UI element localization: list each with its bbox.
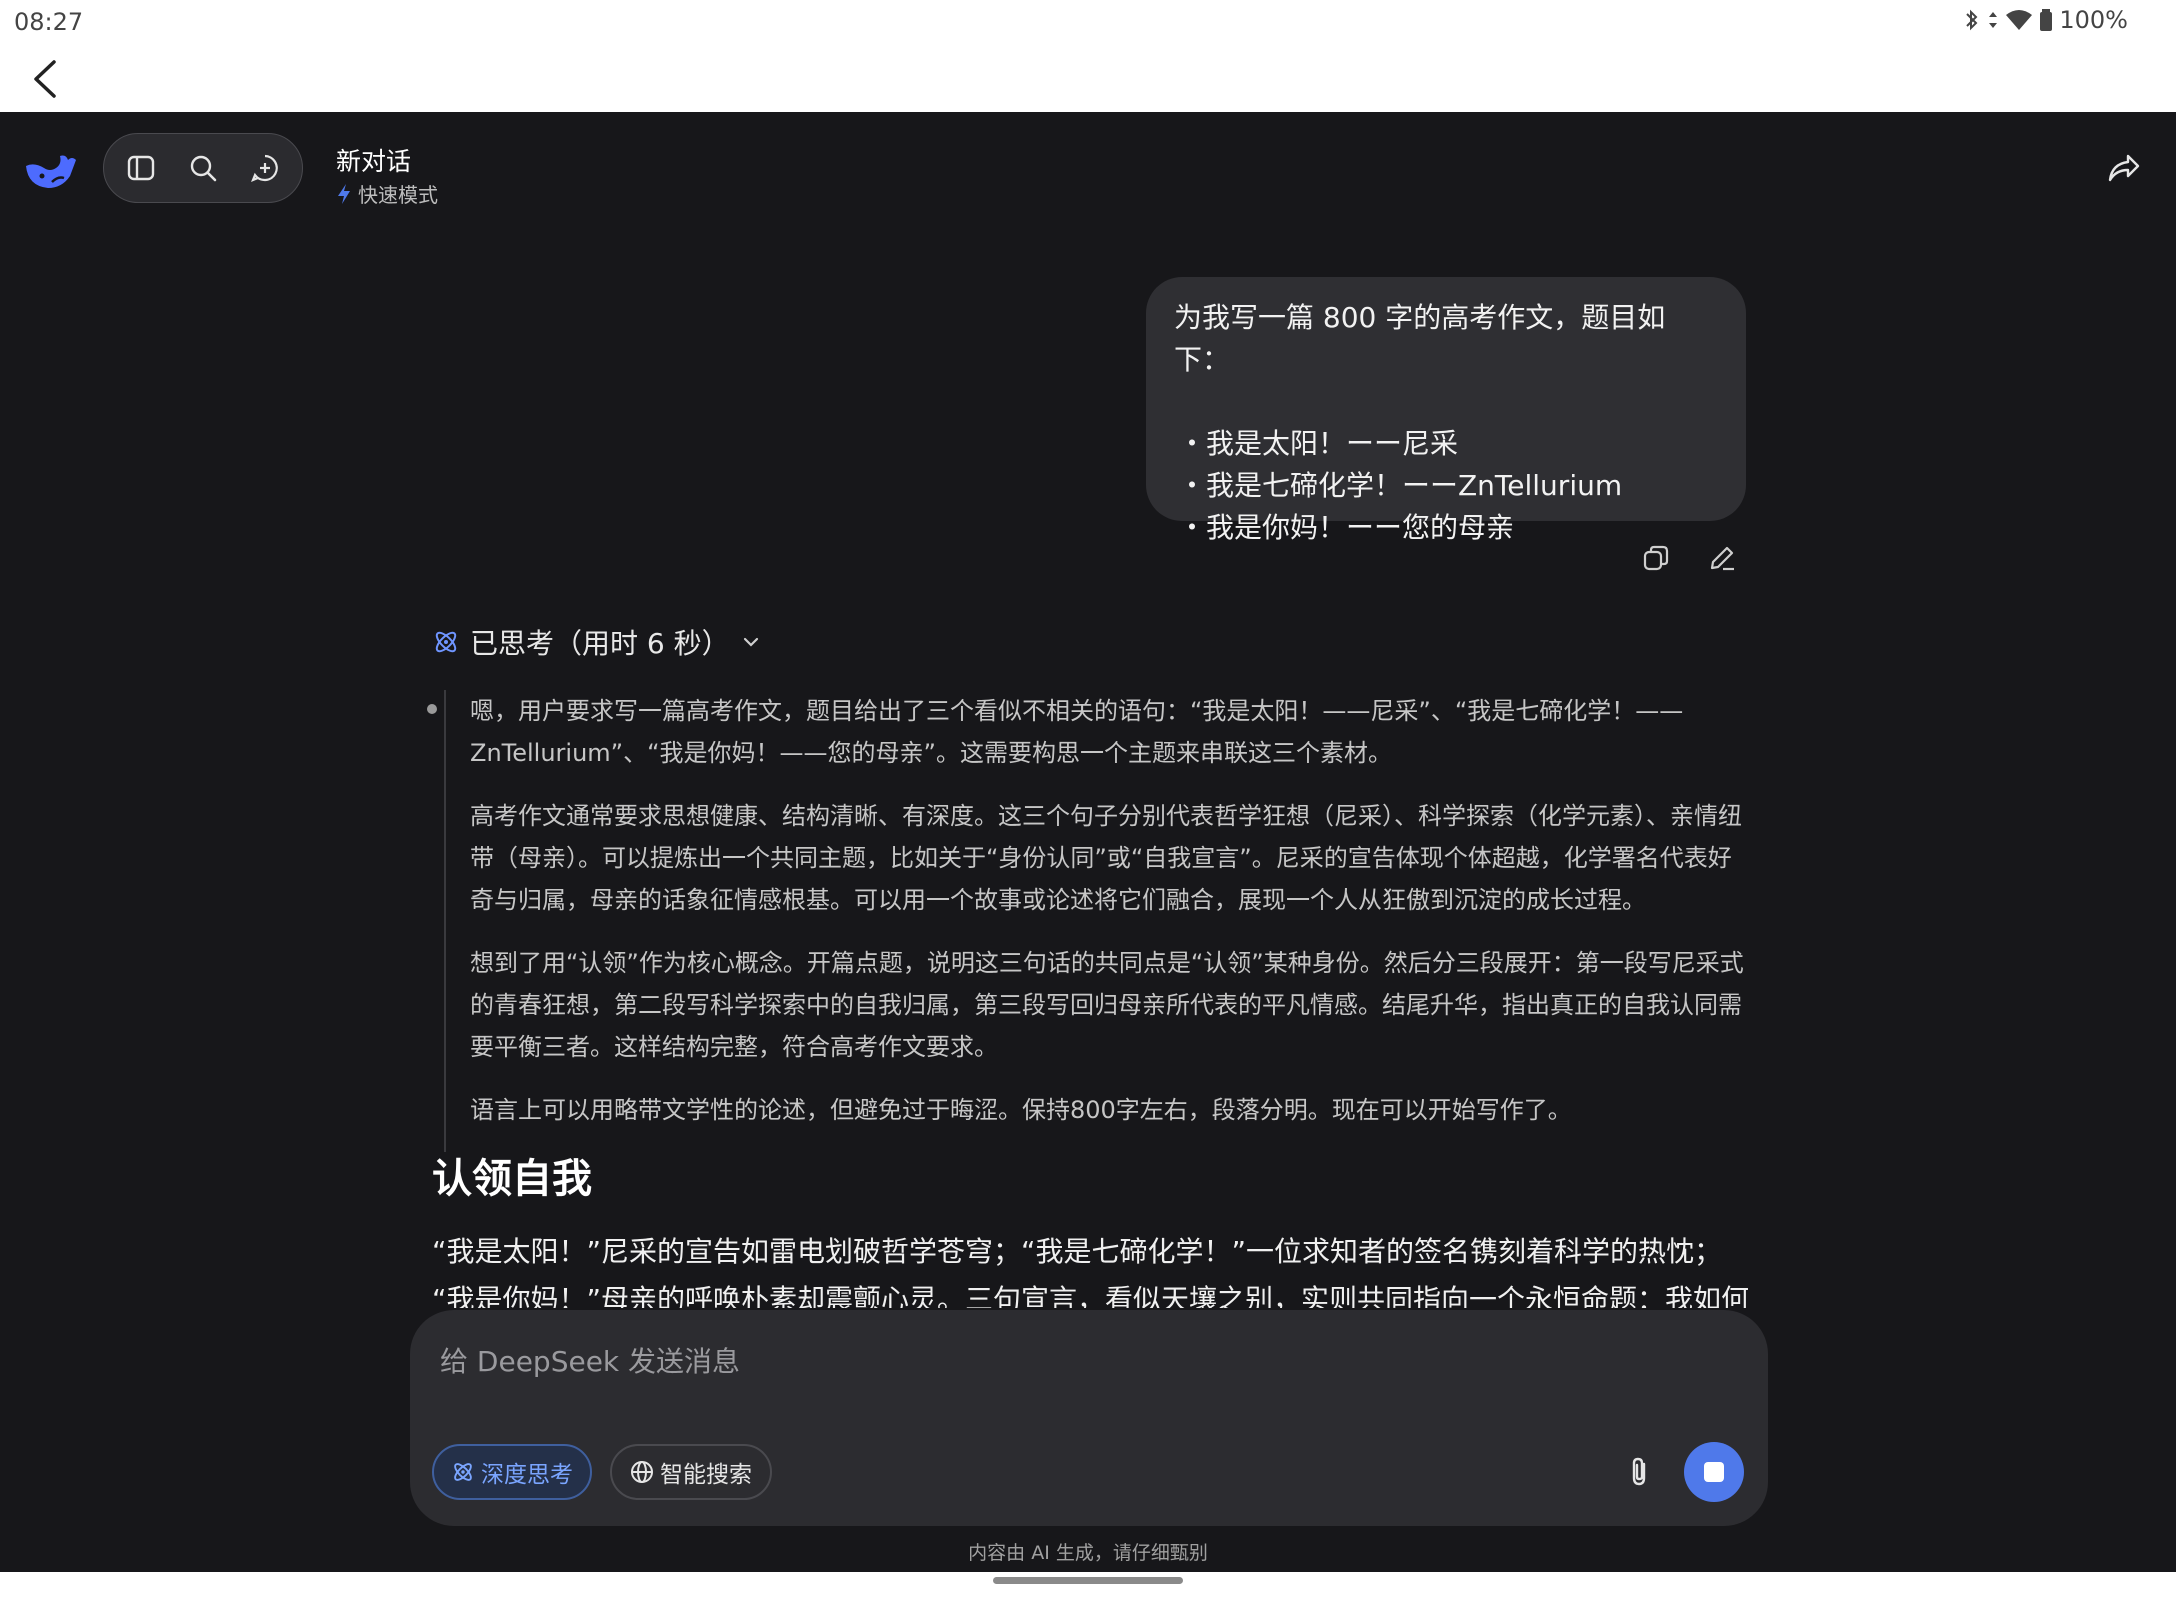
status-time: 08:27 [14, 8, 84, 36]
copy-icon [1643, 545, 1669, 571]
wifi-icon [2006, 10, 2033, 30]
deep-think-toggle[interactable]: 深度思考 [432, 1444, 592, 1500]
message-actions [1638, 540, 1740, 576]
atom-icon [454, 1463, 472, 1481]
mode-indicator: 快速模式 [336, 179, 438, 208]
search-icon [190, 155, 217, 182]
answer-body: “我是太阳！”尼采的宣告如雷电划破哲学苍穹；“我是七碲化学！”一位求知者的签名镌… [432, 1228, 1752, 1308]
bluetooth-icon [1966, 9, 1978, 31]
thinking-paragraph: 嗯，用户要求写一篇高考作文，题目给出了三个看似不相关的语句：“我是太阳！——尼采… [470, 697, 1684, 767]
deepseek-whale-logo-icon [26, 155, 76, 188]
thinking-content: 嗯，用户要求写一篇高考作文，题目给出了三个看似不相关的语句：“我是太阳！——尼采… [427, 690, 1744, 1152]
answer-line: “我是你妈！”母亲的呼唤朴素却震颤心灵。三句宣言，看似天壤之别，实则共同指向一个… [432, 1283, 1750, 1308]
mode-label: 快速模式 [358, 183, 438, 207]
thinking-paragraph: 高考作文通常要求思想健康、结构清晰、有深度。这三个句子分别代表哲学狂想（尼采）、… [470, 802, 1742, 914]
user-message-bullet: ・我是七碲化学！ーーZnTellurium [1178, 469, 1623, 502]
chat-header: 新对话 快速模式 [0, 112, 2176, 228]
ai-disclaimer: 内容由 AI 生成，请仔细甄别 [968, 1542, 1208, 1564]
message-input[interactable]: 给 DeepSeek 发送消息 [440, 1340, 740, 1380]
battery-icon [2040, 9, 2053, 31]
globe-icon [631, 1461, 653, 1483]
battery-level: 100% [2059, 6, 2128, 34]
deep-think-label: 深度思考 [481, 1462, 573, 1488]
search-button[interactable] [183, 148, 223, 188]
system-icons: 100% [1963, 6, 2128, 34]
thinking-toggle[interactable]: 已思考（用时 6 秒） [432, 622, 762, 662]
thinking-header-label: 已思考（用时 6 秒） [470, 627, 730, 660]
home-gesture-handle[interactable] [993, 1577, 1183, 1584]
new-chat-button[interactable] [245, 148, 285, 188]
smart-search-label: 智能搜索 [660, 1462, 752, 1488]
paperclip-icon[interactable] [1620, 1452, 1660, 1492]
user-message-bubble: 为我写一篇 800 字的高考作文，题目如下： ・我是太阳！ーー尼采 ・我是七碲化… [1146, 277, 1746, 544]
user-message-bullet: ・我是你妈！ーー您的母亲 [1178, 511, 1515, 544]
atom-icon [435, 631, 457, 653]
status-bar: 08:27 100% [0, 0, 2176, 112]
pencil-icon [1710, 546, 1734, 571]
back-arrow-icon[interactable] [26, 56, 66, 102]
copy-button[interactable] [1638, 540, 1674, 576]
message-composer[interactable]: 给 DeepSeek 发送消息 深度思考 智能搜索 [410, 1310, 1768, 1526]
smart-search-toggle[interactable]: 智能搜索 [610, 1444, 772, 1500]
sidebar-toggle-button[interactable] [121, 148, 161, 188]
data-arrows-icon [1989, 12, 1998, 28]
lightning-icon [338, 183, 350, 204]
thinking-paragraph: 想到了用“认领”作为核心概念。开篇点题，说明这三句话的共同点是“认领”某种身份。… [470, 949, 1744, 1061]
stop-generation-button[interactable] [1684, 1442, 1744, 1502]
chat-title: 新对话 [336, 147, 412, 176]
stop-icon [1704, 1462, 1724, 1482]
sidebar-icon [127, 155, 155, 181]
toolbar-pill [103, 133, 303, 203]
new-chat-icon [251, 154, 278, 182]
answer-title: 认领自我 [432, 1156, 592, 1202]
answer-line: “我是太阳！”尼采的宣告如雷电划破哲学苍穹；“我是七碲化学！”一位求知者的签名镌… [432, 1235, 1723, 1268]
edit-button[interactable] [1704, 540, 1740, 576]
thinking-bullet-dot [427, 704, 437, 714]
user-message-line: 为我写一篇 800 字的高考作文，题目如下： [1174, 301, 1666, 376]
user-message-bullet: ・我是太阳！ーー尼采 [1178, 427, 1459, 460]
share-icon[interactable] [2104, 148, 2144, 188]
chevron-down-icon [743, 637, 758, 647]
thinking-paragraph: 语言上可以用略带文学性的论述，但避免过于晦涩。保持800字左右，段落分明。现在可… [470, 1096, 1572, 1124]
